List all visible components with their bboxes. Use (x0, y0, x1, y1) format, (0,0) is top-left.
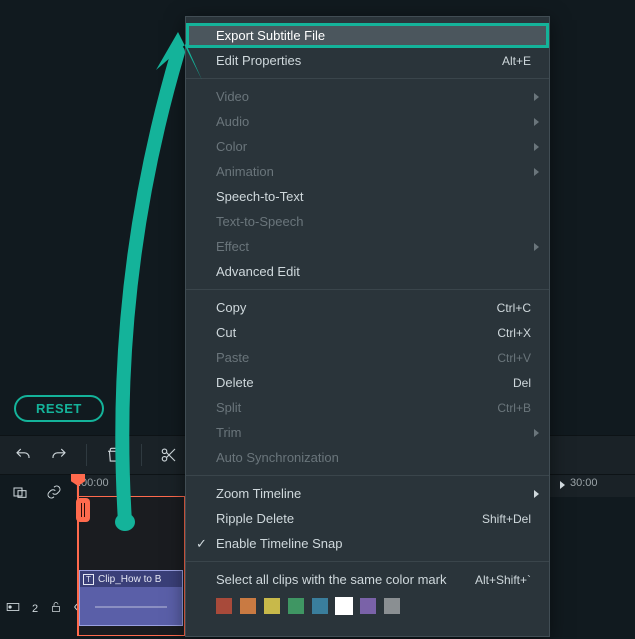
color-swatch[interactable] (360, 598, 376, 614)
menu-item-label: Edit Properties (216, 53, 502, 68)
menu-item-audio: Audio (186, 109, 549, 134)
menu-item-label: Delete (216, 375, 513, 390)
menu-shortcut: Ctrl+X (497, 326, 531, 340)
menu-item-label: Zoom Timeline (216, 486, 531, 501)
color-swatch[interactable] (216, 598, 232, 614)
submenu-arrow-icon (534, 168, 539, 176)
undo-icon[interactable] (14, 446, 32, 464)
menu-shortcut: Shift+Del (482, 512, 531, 526)
selection-handle-left[interactable] (76, 498, 90, 522)
toolbar-separator (86, 444, 87, 466)
menu-item-export-subtitle-file[interactable]: Export Subtitle File (186, 23, 549, 48)
color-swatch[interactable] (288, 598, 304, 614)
menu-item-copy[interactable]: CopyCtrl+C (186, 295, 549, 320)
lock-icon[interactable] (50, 600, 62, 617)
link-icon[interactable] (46, 484, 62, 503)
color-swatch[interactable] (384, 598, 400, 614)
menu-item-split: SplitCtrl+B (186, 395, 549, 420)
menu-item-enable-timeline-snap[interactable]: ✓ Enable Timeline Snap (186, 531, 549, 556)
menu-shortcut: Alt+E (502, 54, 531, 68)
submenu-arrow-icon (560, 481, 565, 489)
menu-item-advanced-edit[interactable]: Advanced Edit (186, 259, 549, 284)
submenu-arrow-icon (534, 93, 539, 101)
submenu-arrow-icon (534, 243, 539, 251)
clip-title: Clip_How to B (98, 574, 161, 585)
toolbar-separator (141, 444, 142, 466)
menu-item-select-all-clips-with-the-same-color-mark[interactable]: Select all clips with the same color mar… (186, 567, 549, 592)
menu-shortcut: Ctrl+V (497, 351, 531, 365)
menu-item-label: Copy (216, 300, 497, 315)
submenu-arrow-icon (534, 143, 539, 151)
clip-header: T Clip_How to B (80, 571, 182, 587)
menu-item-edit-properties[interactable]: Edit PropertiesAlt+E (186, 48, 549, 73)
menu-item-color: Color (186, 134, 549, 159)
context-menu: Export Subtitle File Edit PropertiesAlt+E… (185, 16, 550, 637)
menu-item-label: Split (216, 400, 497, 415)
submenu-arrow-icon (534, 429, 539, 437)
menu-item-label: Color (216, 139, 531, 154)
menu-shortcut: Ctrl+B (497, 401, 531, 415)
menu-item-zoom-timeline[interactable]: Zoom Timeline (186, 481, 549, 506)
ruler-tick-end: 30:00 (570, 477, 598, 489)
menu-item-animation: Animation (186, 159, 549, 184)
menu-item-label: Video (216, 89, 531, 104)
menu-item-label: Audio (216, 114, 531, 129)
split-icon[interactable] (160, 446, 178, 464)
check-icon: ✓ (196, 536, 207, 552)
menu-item-label: Advanced Edit (216, 264, 531, 279)
menu-item-label: Speech-to-Text (216, 189, 531, 204)
submenu-arrow-icon (534, 490, 539, 498)
track-badge: 2 (32, 603, 38, 615)
menu-item-video: Video (186, 84, 549, 109)
menu-item-label: Cut (216, 325, 497, 340)
reset-button[interactable]: RESET (14, 395, 104, 422)
menu-item-label: Ripple Delete (216, 511, 482, 526)
track-type-icon[interactable] (6, 601, 20, 616)
menu-item-paste: PasteCtrl+V (186, 345, 549, 370)
text-badge-icon: T (83, 574, 94, 585)
timeline-left-controls (0, 475, 62, 511)
menu-item-label: Effect (216, 239, 531, 254)
menu-shortcut: Ctrl+C (497, 301, 531, 315)
menu-item-label: Select all clips with the same color mar… (216, 572, 475, 587)
menu-item-speech-to-text[interactable]: Speech-to-Text (186, 184, 549, 209)
menu-item-label: Trim (216, 425, 531, 440)
menu-shortcut: Alt+Shift+` (475, 573, 531, 587)
menu-item-label: Enable Timeline Snap (216, 536, 531, 551)
menu-item-label: Auto Synchronization (216, 450, 531, 465)
menu-item-label: Text-to-Speech (216, 214, 531, 229)
submenu-arrow-icon (534, 118, 539, 126)
menu-item-text-to-speech: Text-to-Speech (186, 209, 549, 234)
menu-item-auto-synchronization: Auto Synchronization (186, 445, 549, 470)
color-swatch[interactable] (312, 598, 328, 614)
redo-icon[interactable] (50, 446, 68, 464)
delete-icon[interactable] (105, 446, 123, 464)
menu-item-label: Export Subtitle File (216, 28, 531, 43)
color-swatch-row (186, 592, 549, 620)
menu-item-cut[interactable]: CutCtrl+X (186, 320, 549, 345)
menu-item-label: Animation (216, 164, 531, 179)
color-swatch[interactable] (264, 598, 280, 614)
menu-item-ripple-delete[interactable]: Ripple DeleteShift+Del (186, 506, 549, 531)
menu-shortcut: Del (513, 376, 531, 390)
overlap-icon[interactable] (12, 484, 28, 503)
menu-item-trim: Trim (186, 420, 549, 445)
menu-item-label: Paste (216, 350, 497, 365)
color-swatch[interactable] (336, 598, 352, 614)
timeline-clip[interactable]: T Clip_How to B (79, 570, 183, 626)
clip-body (80, 587, 182, 627)
menu-item-delete[interactable]: DeleteDel (186, 370, 549, 395)
color-swatch[interactable] (240, 598, 256, 614)
menu-item-effect: Effect (186, 234, 549, 259)
